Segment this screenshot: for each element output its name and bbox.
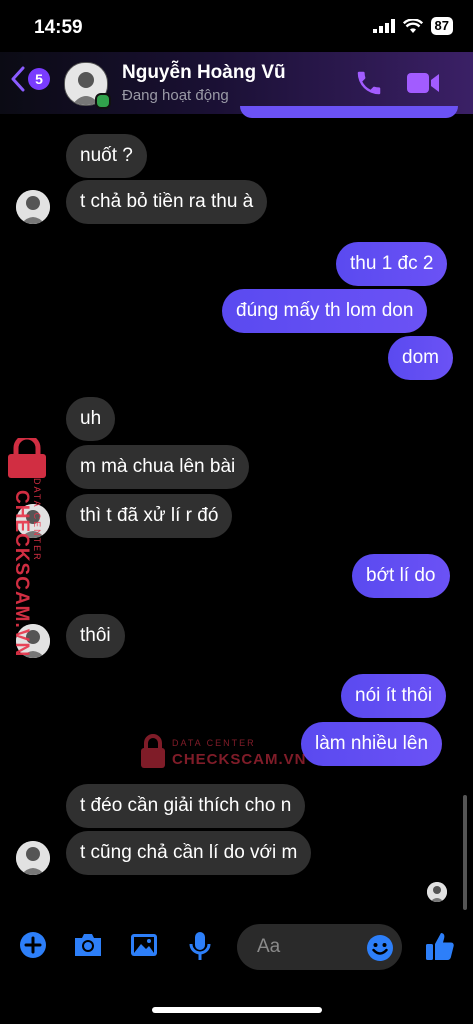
back-button[interactable]: 5 (10, 66, 50, 92)
message-bubble-outgoing[interactable]: làm nhiều lên (301, 722, 443, 766)
signal-icon (372, 19, 395, 33)
message-bubble-incoming[interactable]: t cũng chả cần lí do với m (66, 831, 312, 875)
home-indicator[interactable] (152, 1007, 322, 1013)
unread-count-badge: 5 (28, 68, 50, 90)
watermark-vertical: CHECKSCAM.VN DATA CENTER (4, 434, 52, 657)
call-button[interactable] (354, 68, 384, 103)
emoji-button[interactable] (366, 934, 394, 967)
scrollbar[interactable] (463, 795, 467, 910)
message-bubble-incoming[interactable]: t đéo cần giải thích cho n (66, 784, 306, 828)
wifi-icon (402, 18, 423, 33)
message-bubble-outgoing[interactable]: nói ít thôi (341, 674, 447, 718)
message-bubble-incoming[interactable]: m mà chua lên bài (66, 445, 250, 489)
message-bubble-outgoing[interactable]: bớt lí do (352, 554, 450, 598)
message-bubble-incoming[interactable]: thôi (66, 614, 125, 658)
watermark-brand: CHECKSCAM.VN (172, 751, 307, 768)
phone-icon (357, 71, 381, 95)
sender-avatar[interactable] (16, 190, 50, 224)
message-bubble-incoming[interactable]: nuốt ? (66, 134, 147, 178)
read-receipt-avatar (427, 882, 447, 902)
message-bubble-outgoing[interactable]: dom (388, 336, 453, 380)
thumbs-up-icon (426, 933, 454, 960)
battery-indicator: 87 (430, 17, 453, 35)
emoji-icon (367, 935, 393, 961)
sender-avatar[interactable] (16, 841, 50, 875)
watermark-center: DATA CENTER CHECKSCAM.VN (140, 734, 306, 774)
camera-button[interactable] (72, 930, 104, 965)
contact-status: Đang hoạt động (122, 87, 229, 104)
lock-icon (8, 434, 46, 478)
contact-name[interactable]: Nguyễn Hoàng Vũ (122, 62, 286, 84)
like-button[interactable] (424, 930, 456, 967)
image-icon (131, 934, 157, 956)
status-bar: 14:59 87 (0, 0, 473, 52)
message-bubble-incoming[interactable]: t chả bỏ tiền ra thu à (66, 180, 268, 224)
message-bubble-partial (240, 106, 458, 118)
message-bubble-outgoing[interactable]: thu 1 đc 2 (336, 242, 448, 286)
voice-button[interactable] (186, 930, 214, 967)
microphone-icon (189, 932, 211, 960)
watermark-sub: DATA CENTER (32, 478, 42, 562)
video-call-button[interactable] (405, 68, 441, 103)
camera-icon (75, 934, 101, 956)
gallery-button[interactable] (128, 930, 160, 965)
watermark-brand: CHECKSCAM.VN (11, 490, 32, 658)
message-bubble-outgoing[interactable]: đúng mấy th lom don (222, 289, 428, 333)
message-list[interactable]: nuốt ? t chả bỏ tiền ra thu à thu 1 đc 2… (0, 106, 473, 914)
status-time: 14:59 (34, 17, 83, 38)
composer-bar (0, 920, 473, 980)
video-camera-icon (407, 73, 439, 93)
online-indicator (95, 93, 111, 109)
chat-header: 5 Nguyễn Hoàng Vũ Đang hoạt động (0, 52, 473, 114)
add-button[interactable] (18, 930, 48, 965)
chevron-left-icon (11, 66, 25, 92)
message-bubble-incoming[interactable]: thì t đã xử lí r đó (66, 494, 233, 538)
watermark-sub: DATA CENTER (172, 738, 256, 748)
message-bubble-incoming[interactable]: uh (66, 397, 116, 441)
plus-circle-icon (20, 932, 46, 958)
lock-icon (141, 734, 165, 768)
